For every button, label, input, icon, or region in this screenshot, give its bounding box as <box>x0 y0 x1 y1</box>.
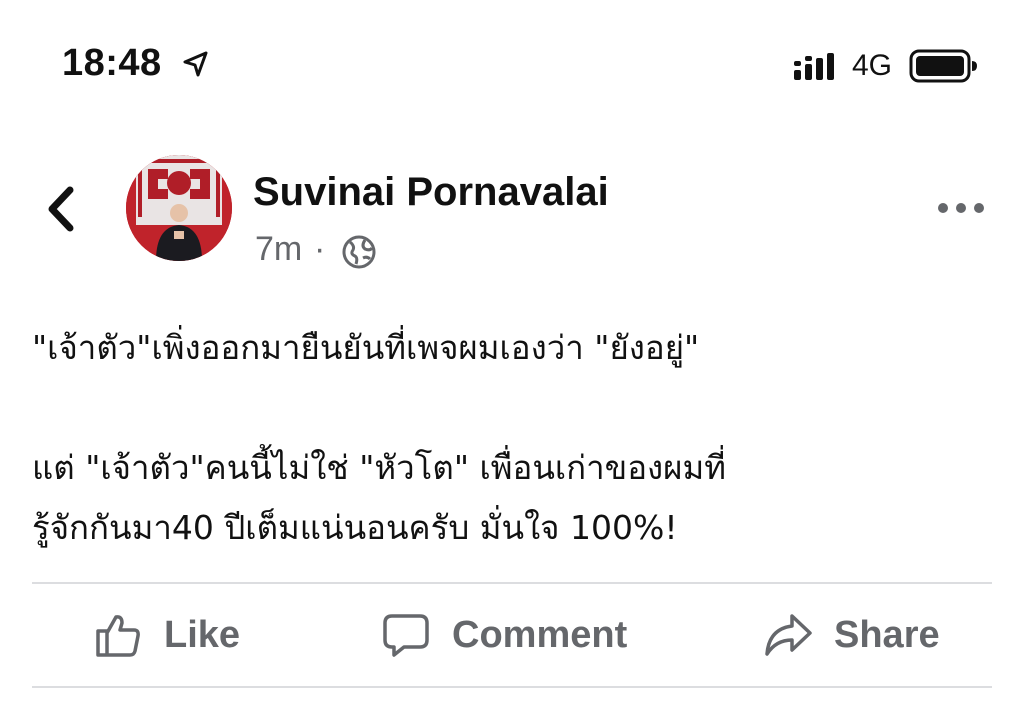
like-label: Like <box>164 613 241 656</box>
post-header: Suvinai Pornavalai 7m · <box>0 140 1024 280</box>
post-action-bar: Like Comment Share <box>0 584 1024 686</box>
thumbs-up-icon <box>96 615 140 657</box>
author-name[interactable]: Suvinai Pornavalai <box>253 170 609 215</box>
battery-icon <box>909 49 979 87</box>
share-label: Share <box>834 613 940 656</box>
post-line: แต่ "เจ้าตัว"คนนี้ไม่ใช่ "หัวโต" เพื่อนเ… <box>32 448 727 487</box>
comment-icon <box>383 614 429 657</box>
post-time[interactable]: 7m <box>255 230 302 269</box>
network-type: 4G <box>852 49 893 82</box>
author-avatar[interactable] <box>126 155 232 261</box>
post-line: รู้จักกันมา40 ปีเต็มแน่นอนครับ มั่นใจ 10… <box>32 508 678 547</box>
post-line: "เจ้าตัว"เพิ่งออกมายืนยันที่เพจผมเองว่า … <box>32 328 700 367</box>
meta-separator: · <box>314 230 326 268</box>
comment-button[interactable]: Comment <box>382 584 627 686</box>
location-arrow-icon <box>182 50 210 82</box>
globe-icon <box>341 234 377 274</box>
status-time: 18:48 <box>62 42 162 84</box>
more-options-icon[interactable] <box>936 200 986 220</box>
divider <box>32 686 992 688</box>
post-text: "เจ้าตัว"เพิ่งออกมายืนยันที่เพจผมเองว่า … <box>32 318 992 558</box>
like-button[interactable]: Like <box>94 584 240 686</box>
share-button[interactable]: Share <box>764 584 940 686</box>
back-chevron-icon[interactable] <box>44 186 78 236</box>
status-bar: 18:48 4G <box>0 0 1024 120</box>
share-arrow-icon <box>765 614 812 656</box>
signal-icon <box>793 53 839 85</box>
comment-label: Comment <box>452 613 628 656</box>
